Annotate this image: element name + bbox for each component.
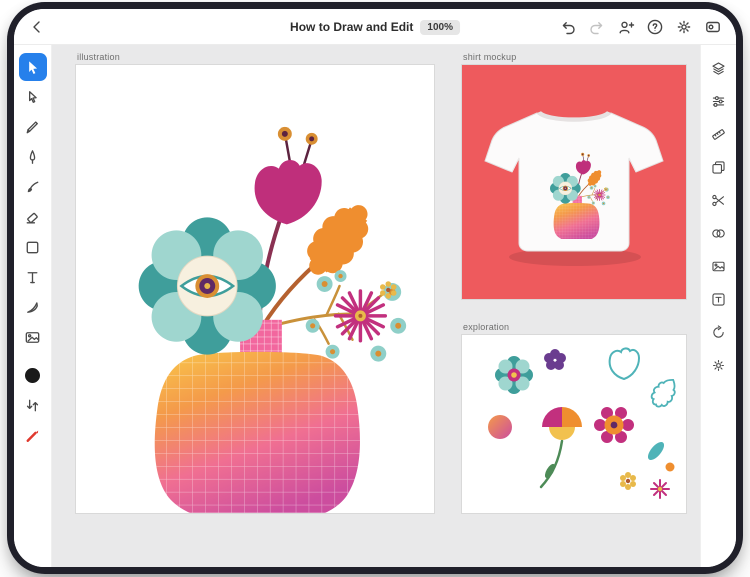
sketch-outline-tulip[interactable] — [608, 347, 641, 381]
type-icon — [27, 271, 38, 283]
artboard-illustration[interactable] — [76, 65, 434, 513]
touch-shortcut-icon — [706, 21, 720, 32]
sketch-orange-dot[interactable] — [665, 462, 675, 472]
scissors-panel-button[interactable] — [706, 187, 732, 213]
right-panel-rail — [700, 45, 736, 567]
direct-selection-tool[interactable] — [19, 83, 47, 111]
selection-tool[interactable] — [18, 53, 47, 81]
zoom-level-badge[interactable]: 100% — [420, 19, 460, 35]
help-icon — [647, 19, 663, 34]
redo-button[interactable] — [584, 14, 610, 40]
eraser-tool[interactable] — [19, 203, 47, 231]
canvas[interactable]: illustration shirt mockup exploration — [52, 45, 700, 567]
shirt-mockup-artwork[interactable] — [462, 65, 686, 299]
fill-color-well[interactable] — [19, 361, 47, 389]
artboard-exploration[interactable] — [462, 335, 686, 513]
paintbrush-icon — [27, 181, 39, 192]
pencil-icon — [26, 120, 38, 133]
direct-selection-icon — [28, 90, 37, 103]
text-box-icon — [712, 292, 725, 306]
sketch-gradient-circle[interactable] — [488, 415, 512, 439]
document-title-group: How to Draw and Edit 100% — [290, 9, 460, 45]
knife-icon — [27, 301, 38, 313]
plugins-panel-button[interactable] — [706, 352, 732, 378]
topbar-actions — [555, 14, 726, 40]
artboard-label-exploration[interactable]: exploration — [463, 322, 509, 332]
tablet-frame: How to Draw and Edit 100% illustration s… — [7, 2, 743, 574]
history-arrow-icon — [713, 324, 724, 338]
app-window: How to Draw and Edit 100% illustration s… — [14, 9, 736, 567]
rectangle-icon — [26, 241, 39, 253]
sketch-dotted-flower[interactable] — [594, 407, 634, 443]
redo-icon — [590, 21, 603, 34]
top-toolbar: How to Draw and Edit 100% — [14, 9, 736, 45]
sketch-daisy[interactable] — [495, 356, 533, 394]
overlapping-circles-icon — [712, 228, 725, 238]
type-tool[interactable] — [19, 263, 47, 291]
illustration-artwork[interactable] — [76, 65, 434, 513]
place-image-tool[interactable] — [19, 323, 47, 351]
swap-arrows-icon — [26, 399, 39, 411]
left-tool-rail — [14, 45, 52, 567]
sketch-outline-leaf[interactable] — [647, 374, 681, 411]
sketch-quarter-tulip[interactable] — [539, 407, 582, 489]
sliders-icon — [712, 95, 725, 107]
invite-person-icon — [619, 21, 635, 33]
text-panel-button[interactable] — [706, 286, 732, 312]
chevron-left-icon — [33, 20, 40, 33]
paintbrush-tool[interactable] — [19, 173, 47, 201]
pen-nib-icon — [29, 149, 36, 164]
settings-button[interactable] — [671, 14, 697, 40]
swap-colors-button[interactable] — [19, 391, 47, 419]
page: How to Draw and Edit 100% illustration s… — [0, 0, 750, 577]
workspace: illustration shirt mockup exploration — [14, 45, 736, 567]
gear-dots-icon — [713, 359, 724, 371]
eraser-icon — [26, 212, 38, 223]
artboard-label-shirt-mockup[interactable]: shirt mockup — [463, 52, 516, 62]
precision-panel-button[interactable] — [706, 121, 732, 147]
fill-color-swatch — [25, 367, 40, 383]
pen-tool[interactable] — [19, 143, 47, 171]
shapes-tool[interactable] — [19, 233, 47, 261]
selection-arrow-icon — [29, 60, 38, 74]
artboard-shirt-mockup[interactable] — [462, 65, 686, 299]
scissors-icon — [712, 194, 724, 206]
pencil-tool[interactable] — [19, 113, 47, 141]
layers-icon — [712, 61, 725, 75]
apple-pencil-indicator[interactable] — [19, 421, 47, 449]
help-button[interactable] — [642, 14, 668, 40]
invite-button[interactable] — [613, 14, 639, 40]
history-panel-button[interactable] — [706, 319, 732, 345]
sketch-yellow-flower[interactable] — [620, 472, 636, 490]
sketch-purple-flower[interactable] — [544, 349, 566, 370]
image-panel-button[interactable] — [706, 253, 732, 279]
shape-builder-panel-button[interactable] — [706, 220, 732, 246]
photo-icon — [712, 261, 725, 271]
undo-icon — [562, 21, 575, 34]
image-icon — [25, 331, 40, 343]
knife-tool[interactable] — [19, 293, 47, 321]
properties-panel-button[interactable] — [706, 88, 732, 114]
clipboard-panel-button[interactable] — [706, 154, 732, 180]
artboard-label-illustration[interactable]: illustration — [77, 52, 120, 62]
exploration-artwork[interactable] — [462, 335, 686, 513]
gear-icon — [677, 20, 691, 33]
sketch-teal-leaf[interactable] — [645, 439, 667, 462]
layers-panel-button[interactable] — [706, 55, 732, 81]
undo-button[interactable] — [555, 14, 581, 40]
touch-shortcut-button[interactable] — [700, 14, 726, 40]
back-button[interactable] — [24, 14, 50, 40]
red-pencil-icon — [26, 430, 39, 442]
copy-icon — [712, 160, 725, 174]
ruler-icon — [712, 128, 725, 140]
document-title: How to Draw and Edit — [290, 20, 414, 34]
